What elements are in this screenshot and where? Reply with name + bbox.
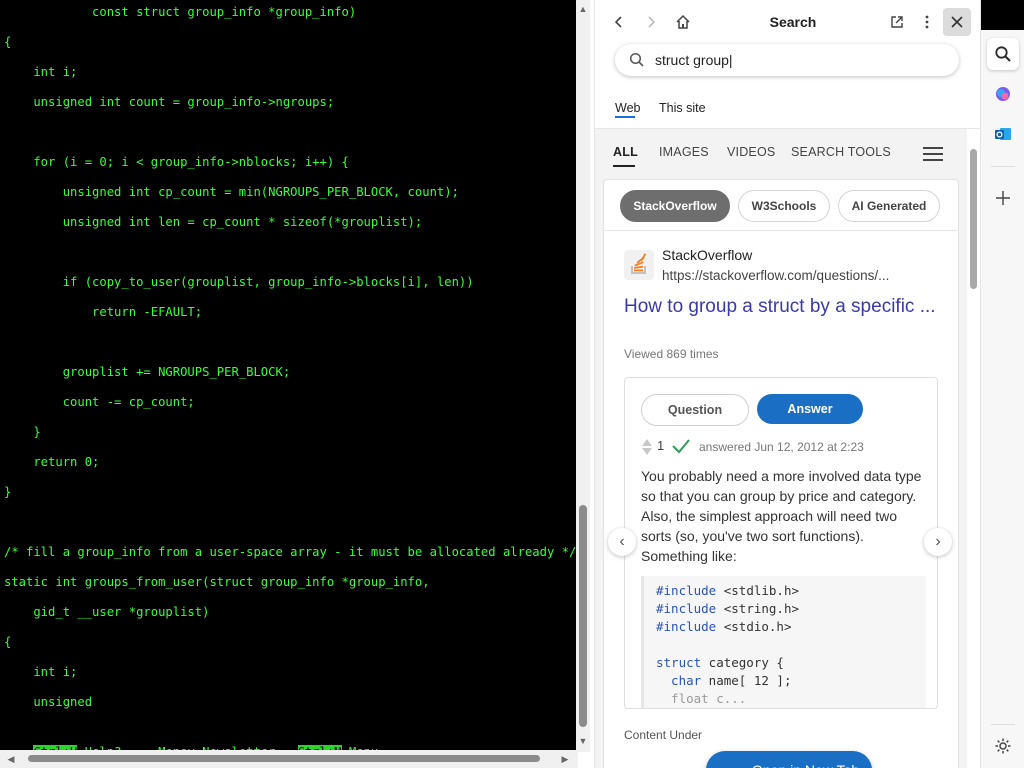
more-options-icon[interactable] [913, 8, 941, 36]
copilot-icon[interactable] [987, 78, 1019, 110]
open-in-new-tab-label: Open in New Tab [752, 751, 859, 768]
scroll-left-icon[interactable]: ◀ [4, 752, 18, 766]
panel-scroll-thumb[interactable] [970, 149, 977, 289]
panel-toolbar: Search [595, 0, 981, 44]
terminal-horizontal-scroll-thumb[interactable] [28, 755, 540, 762]
code-line: grouplist += NGROUPS_PER_BLOCK; [4, 365, 291, 379]
filter-chip-w3schools[interactable]: W3Schools [738, 190, 830, 222]
result-url[interactable]: https://stackoverflow.com/questions/... [662, 268, 889, 283]
panel-title: Search [769, 14, 817, 30]
code-line: const struct group_info *group_info) [4, 5, 357, 19]
code-line: return -EFAULT; [4, 305, 203, 319]
tab-images[interactable]: IMAGES [659, 145, 709, 159]
terminal-horizontal-scrollbar[interactable]: ◀ ▶ [0, 750, 578, 768]
carousel-next-icon[interactable]: › [924, 528, 952, 556]
answer-timestamp: answered Jun 12, 2012 at 2:23 [699, 440, 864, 454]
scroll-right-icon[interactable]: ▶ [558, 752, 572, 766]
code-line: count -= cp_count; [4, 395, 195, 409]
code-keyword: struct [656, 655, 702, 670]
carousel-prev-icon[interactable]: ‹ [608, 528, 636, 556]
code-line: { [4, 35, 12, 49]
code-line: return 0; [4, 455, 100, 469]
answer-body: You probably need a more involved data t… [641, 468, 922, 564]
open-in-new-tab-button[interactable]: Open in New Tab [706, 751, 872, 768]
menu-icon[interactable] [923, 147, 943, 161]
code-line: int i; [4, 665, 78, 679]
code-keyword: #include [656, 619, 717, 634]
active-tab-indicator [615, 116, 635, 118]
results-area[interactable]: ALL IMAGES VIDEOS SEARCH TOOLS StackOver… [595, 129, 967, 768]
code-line: } [4, 485, 12, 499]
question-toggle-button[interactable]: Question [641, 394, 749, 426]
content-license-note: Content Under [624, 728, 703, 742]
code-keyword: #include [656, 601, 717, 616]
open-external-icon[interactable] [883, 8, 911, 36]
code-snippet: #include <stdlib.h> #include <string.h> … [641, 576, 926, 708]
result-site-name: StackOverflow [662, 247, 753, 263]
code-keyword: #include [656, 583, 717, 598]
panel-vertical-scrollbar[interactable] [967, 129, 981, 756]
close-icon[interactable] [943, 8, 971, 36]
answer-preview: Question Answer 1 answered Jun 12, 2012 … [624, 377, 938, 709]
code-line: { [4, 635, 12, 649]
accepted-check-icon [671, 436, 691, 456]
code-text: float c... [656, 691, 747, 706]
scroll-up-icon[interactable]: ▲ [576, 2, 590, 16]
tab-all[interactable]: ALL [613, 145, 638, 159]
code-text: <string.h> [716, 601, 800, 616]
code-line: unsigned int count = group_info->ngroups… [4, 95, 335, 109]
code-keyword: char [656, 673, 702, 688]
code-line: if (copy_to_user(grouplist, group_info->… [4, 275, 474, 289]
code-line: int i; [4, 65, 78, 79]
divider [604, 230, 958, 231]
search-input[interactable]: struct group| [615, 44, 959, 76]
code-line: static int groups_from_user(struct group… [4, 575, 430, 589]
tab-this-site[interactable]: This site [659, 101, 706, 115]
active-tab-indicator [613, 165, 635, 167]
filter-chip-stackoverflow[interactable]: StackOverflow [620, 190, 730, 222]
scroll-down-icon[interactable]: ▼ [576, 734, 590, 748]
tab-search-tools[interactable]: SEARCH TOOLS [791, 145, 891, 159]
right-sidebar [980, 0, 1024, 768]
terminal-vertical-scroll-thumb[interactable] [579, 505, 587, 727]
outlook-icon[interactable] [987, 118, 1019, 150]
code-text: <stdio.h> [716, 619, 792, 634]
search-panel: Search struct group| Web This site ALL I… [594, 0, 981, 768]
vote-count: 1 [657, 438, 665, 453]
settings-icon[interactable] [987, 730, 1019, 762]
view-count: Viewed 869 times [624, 347, 719, 361]
stackoverflow-logo-icon [624, 250, 654, 280]
code-text: <stdlib.h> [716, 583, 800, 598]
search-icon[interactable] [987, 38, 1019, 70]
search-query: struct group| [655, 52, 733, 68]
answer-toggle-button[interactable]: Answer [757, 394, 863, 424]
code-line: unsigned [4, 695, 93, 709]
code-text: name[ 12 ]; [701, 673, 792, 688]
code-line: /* fill a group_info from a user-space a… [4, 545, 577, 559]
tab-videos[interactable]: VIDEOS [727, 145, 775, 159]
forward-arrow-icon[interactable] [637, 8, 665, 36]
code-text: category { [701, 655, 784, 670]
result-card: StackOverflow W3Schools AI Generated Sta… [603, 179, 959, 768]
terminal-status-bar: Ctrl+H Help? Money Newsletter Ctrl+M Men… [4, 722, 378, 759]
result-title-link[interactable]: How to group a struct by a specific ... [624, 294, 944, 320]
code-line: unsigned int cp_count = min(NGROUPS_PER_… [4, 185, 459, 199]
back-arrow-icon[interactable] [605, 8, 633, 36]
code-line: } [4, 425, 41, 439]
divider [991, 724, 1015, 725]
divider [991, 166, 1015, 167]
search-icon [629, 52, 645, 73]
terminal-vertical-scrollbar[interactable]: ▲ ▼ [576, 0, 590, 752]
terminal-window[interactable]: const struct group_info *group_info) { i… [0, 0, 578, 768]
code-line: for (i = 0; i < group_info->nblocks; i++… [4, 155, 349, 169]
tab-web[interactable]: Web [615, 101, 640, 115]
code-line: unsigned int len = cp_count * sizeof(*gr… [4, 215, 423, 229]
vote-arrows-icon [641, 438, 653, 456]
open-external-icon [724, 762, 740, 768]
filter-chip-ai-generated[interactable]: AI Generated [838, 190, 940, 222]
add-icon[interactable] [987, 182, 1019, 214]
code-line: gid_t __user *grouplist) [4, 605, 210, 619]
home-icon[interactable] [669, 8, 697, 36]
sidebar-header [981, 0, 1024, 30]
